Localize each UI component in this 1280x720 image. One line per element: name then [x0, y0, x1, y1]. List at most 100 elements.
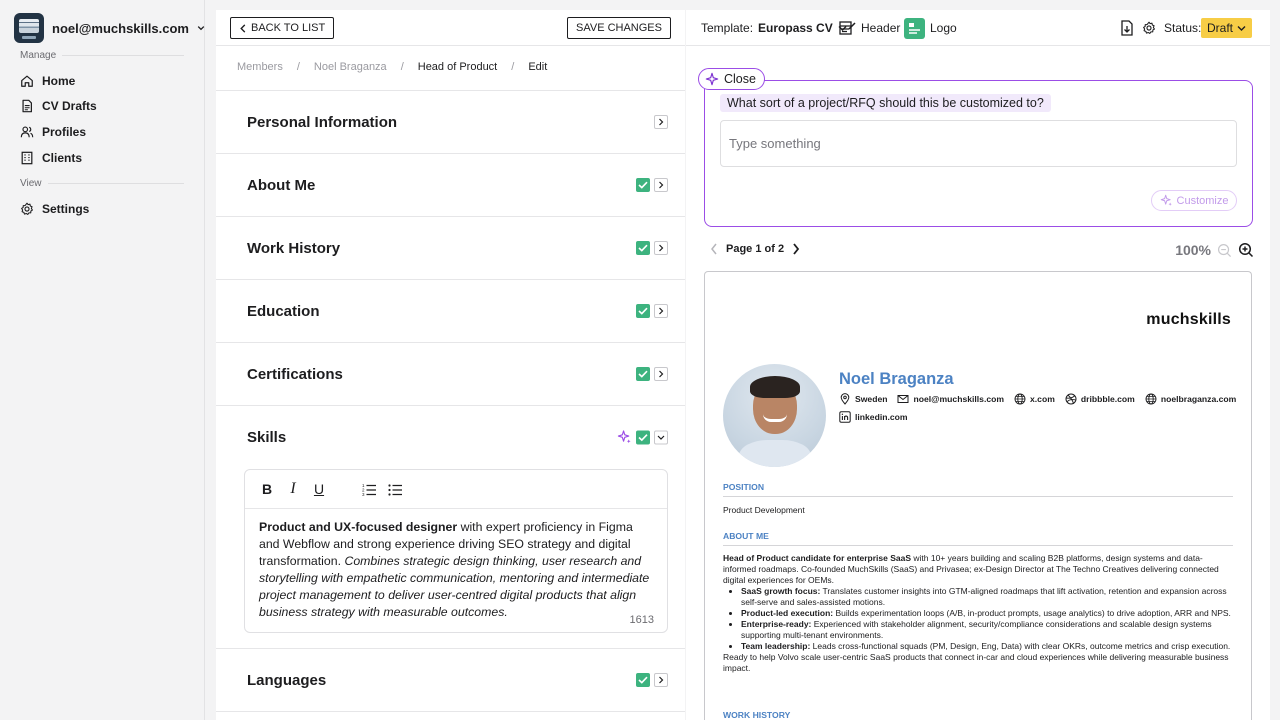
include-checkbox[interactable] [636, 367, 650, 381]
ai-prompt-input[interactable] [720, 120, 1237, 167]
zoom-out-icon[interactable] [1217, 243, 1232, 258]
users-icon [20, 126, 34, 138]
template-label: Template: [701, 21, 754, 35]
gear-icon [21, 202, 33, 215]
include-checkbox[interactable] [636, 430, 650, 444]
sidebar-item-home[interactable]: Home [20, 74, 75, 88]
breadcrumb-separator: / [296, 61, 300, 73]
logo-layout-icon [904, 17, 925, 39]
cv-about-intro: Head of Product candidate for enterprise… [723, 553, 1235, 586]
cv-bullet-bold: SaaS growth focus: [741, 586, 821, 596]
section-certifications[interactable]: Certifications [216, 342, 685, 405]
status-dropdown[interactable]: Draft [1201, 10, 1253, 46]
include-checkbox[interactable] [636, 241, 650, 255]
expand-button[interactable] [654, 304, 668, 318]
breadcrumb-members[interactable]: Members [237, 61, 283, 73]
document-icon [22, 99, 32, 113]
logo-label: Logo [930, 21, 957, 35]
previous-page-icon[interactable] [710, 243, 718, 255]
profile-photo [723, 364, 826, 467]
status-badge[interactable]: Draft [1201, 18, 1253, 38]
skills-rich-text-editor[interactable]: B I U 123 Product and UX-focused designe… [244, 469, 668, 633]
breadcrumb: Members / Noel Braganza / Head of Produc… [237, 61, 547, 73]
sidebar-item-profiles[interactable]: Profiles [20, 125, 86, 139]
section-controls [636, 178, 668, 192]
section-personal-information[interactable]: Personal Information [216, 90, 685, 153]
cv-bullet-text: Builds experimentation loops (A/B, in-pr… [833, 608, 1231, 618]
skills-bold-text: Product and UX-focused designer [259, 520, 458, 534]
cv-about-bullets: SaaS growth focus: Translates customer i… [741, 586, 1235, 652]
bold-button[interactable]: B [259, 481, 275, 497]
header-toggle[interactable]: Header [839, 10, 900, 46]
character-count: 1613 [629, 614, 654, 626]
expand-button[interactable] [654, 673, 668, 687]
chevron-down-icon [657, 435, 665, 440]
cv-contact-text: x.com [1030, 394, 1055, 404]
zoom-in-icon[interactable] [1238, 242, 1254, 258]
ordered-list-button[interactable]: 123 [361, 481, 377, 497]
include-checkbox[interactable] [636, 673, 650, 687]
expand-button[interactable] [654, 178, 668, 192]
breadcrumb-cv[interactable]: Head of Product [418, 61, 498, 73]
breadcrumb-profile[interactable]: Noel Braganza [314, 61, 387, 73]
cv-bullet-bold: Enterprise-ready: [741, 619, 812, 629]
cv-position-heading: POSITION [723, 482, 765, 492]
customize-button[interactable]: Customize [1151, 190, 1237, 211]
bullet-list-button[interactable] [387, 481, 403, 497]
cv-about-bullet: Team leadership: Leads cross-functional … [741, 641, 1235, 652]
section-label-view: View [20, 178, 48, 189]
back-to-list-label: BACK TO LIST [251, 22, 326, 34]
expand-button[interactable] [654, 241, 668, 255]
chevron-down-icon [197, 26, 205, 31]
customize-label: Customize [1176, 194, 1229, 207]
sidebar-item-settings[interactable]: Settings [20, 202, 89, 216]
cv-preview-page: muchskills Noel Braganza Sweden noel@muc… [704, 271, 1252, 720]
download-button[interactable] [1120, 10, 1134, 46]
section-controls [636, 673, 668, 687]
include-checkbox[interactable] [636, 178, 650, 192]
section-work-history[interactable]: Work History [216, 216, 685, 279]
account-email: noel@muchskills.com [52, 20, 189, 36]
cv-contact-location: Sweden [839, 393, 887, 405]
section-label-manage: Manage [20, 50, 63, 61]
section-languages[interactable]: Languages [216, 648, 685, 711]
next-page-icon[interactable] [792, 243, 800, 255]
cv-preview-panel: Template: Europass CV Header Logo Status… [686, 10, 1270, 720]
breadcrumb-current: Edit [528, 61, 548, 73]
close-ai-button[interactable]: Close [698, 68, 765, 90]
underline-button[interactable]: U [311, 481, 327, 497]
expand-button[interactable] [654, 367, 668, 381]
collapse-button[interactable] [654, 430, 668, 444]
account-switcher[interactable]: noel@muchskills.com [14, 13, 205, 43]
chevron-down-icon [1237, 25, 1246, 31]
page-indicator: Page 1 of 2 [726, 243, 785, 255]
sidebar-item-label: Home [42, 74, 76, 88]
chevron-right-icon [659, 307, 664, 315]
logo-toggle[interactable]: Logo [904, 10, 957, 46]
italic-button[interactable]: I [285, 480, 301, 497]
save-changes-button[interactable]: SAVE CHANGES [567, 17, 671, 39]
sidebar-item-clients[interactable]: Clients [20, 151, 82, 165]
include-checkbox[interactable] [636, 304, 650, 318]
section-skills[interactable]: Skills [216, 405, 685, 468]
expand-button[interactable] [654, 115, 668, 129]
editor-toolbar: BACK TO LIST SAVE CHANGES [216, 10, 685, 46]
preview-settings-button[interactable] [1142, 10, 1156, 46]
cv-about-content: Head of Product candidate for enterprise… [723, 553, 1235, 674]
back-to-list-button[interactable]: BACK TO LIST [230, 17, 335, 39]
zoom-controls: 100% [1175, 242, 1254, 258]
section-controls [636, 241, 668, 255]
cv-about-outro: Ready to help Volvo scale user-centric S… [723, 652, 1229, 673]
section-about-me[interactable]: About Me [216, 153, 685, 216]
section-education[interactable]: Education [216, 279, 685, 342]
checkmark-icon [638, 244, 648, 252]
section-title: Certifications [247, 365, 343, 383]
sidebar-item-label: Clients [42, 151, 83, 165]
cv-contact-text: noelbraganza.com [1160, 394, 1237, 404]
sidebar-item-cv-drafts[interactable]: CV Drafts [20, 99, 97, 113]
skills-text-content[interactable]: Product and UX-focused designer with exp… [245, 509, 667, 621]
home-icon [21, 75, 33, 87]
section-title: Personal Information [247, 113, 398, 131]
ai-sparkle-icon[interactable] [617, 430, 632, 445]
template-selector[interactable]: Template: Europass CV [701, 10, 847, 46]
